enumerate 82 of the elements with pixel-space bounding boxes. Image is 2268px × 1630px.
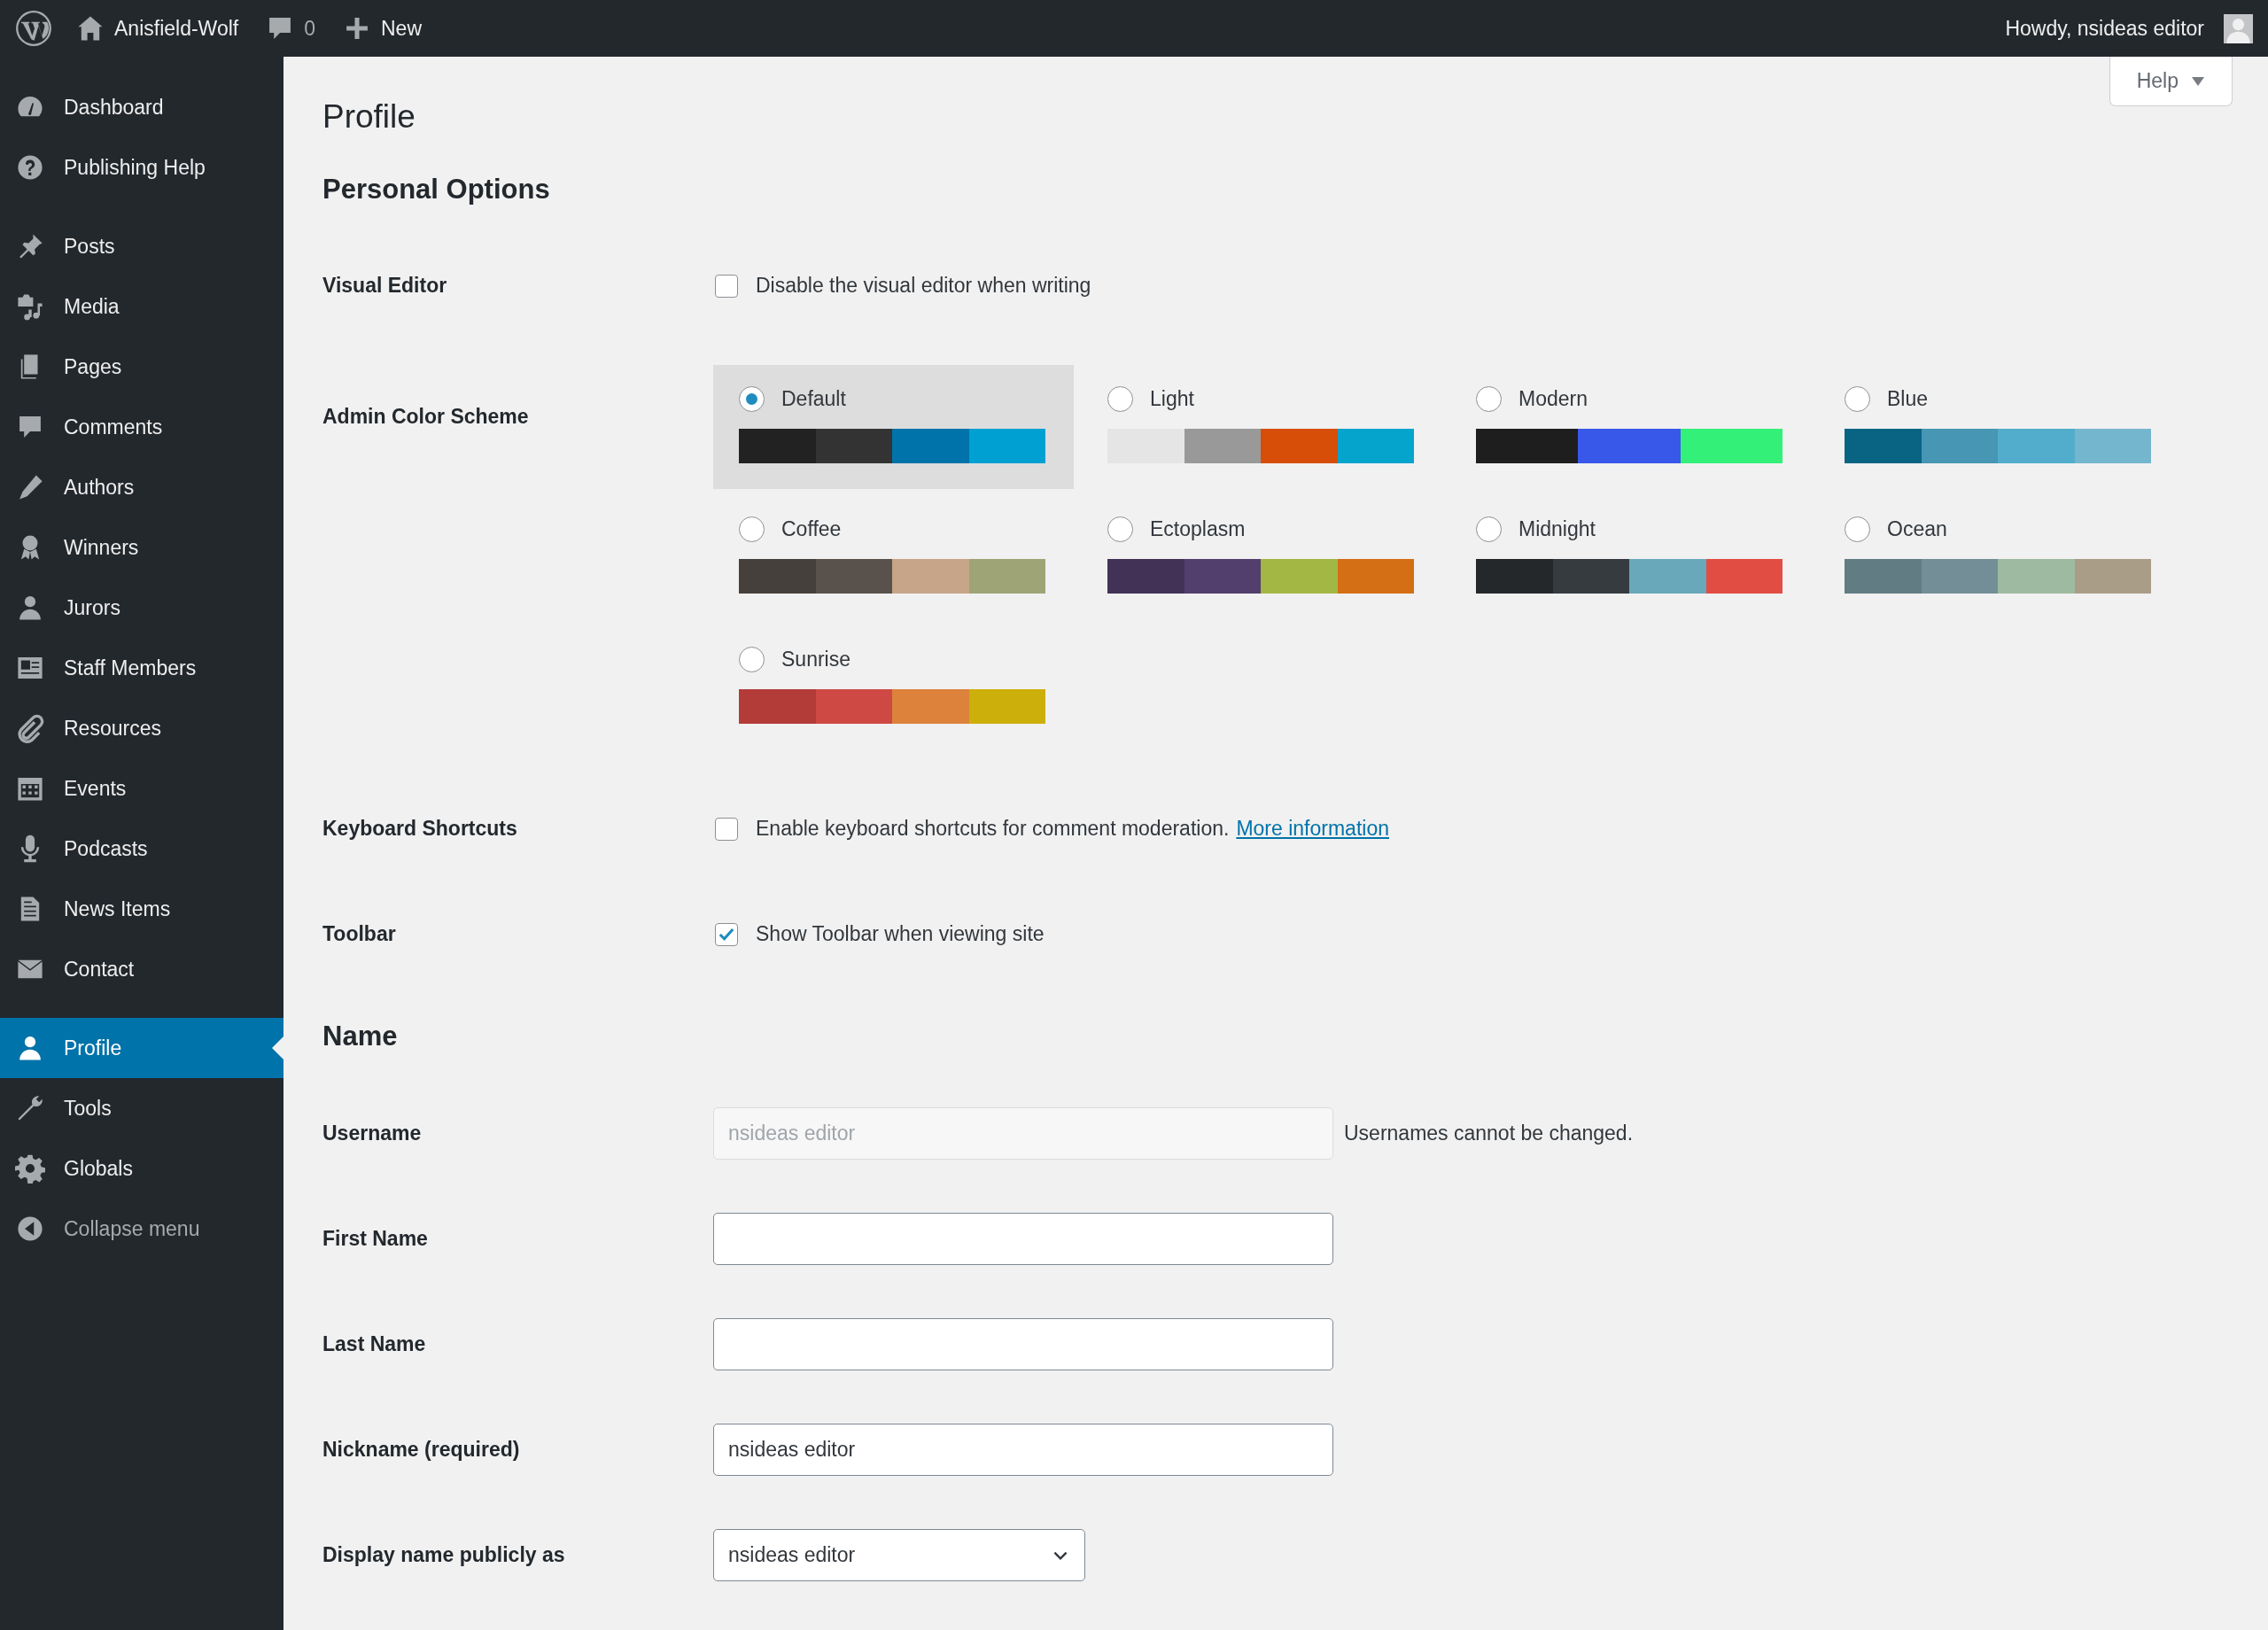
color-scheme-option[interactable]: Default bbox=[713, 365, 1074, 489]
sidebar-item[interactable]: Events bbox=[0, 758, 284, 819]
more-information-link[interactable]: More information bbox=[1236, 817, 1389, 841]
radio-button[interactable] bbox=[739, 646, 765, 672]
radio-button[interactable] bbox=[1476, 385, 1502, 412]
color-scheme-option[interactable]: Coffee bbox=[713, 495, 1074, 619]
field-label: Keyboard Shortcuts bbox=[322, 816, 518, 842]
color-scheme-option[interactable]: Ocean bbox=[1819, 495, 2179, 619]
field-label: Nickname (required) bbox=[322, 1437, 521, 1463]
text-field[interactable]: nsideas editor bbox=[713, 1424, 1333, 1476]
sidebar-item[interactable]: Authors bbox=[0, 457, 284, 517]
wordpress-logo-icon bbox=[15, 10, 52, 47]
field-note: Usernames cannot be changed. bbox=[1344, 1121, 1634, 1146]
sidebar-item[interactable]: Publishing Help bbox=[0, 137, 284, 198]
sidebar-item[interactable]: Media bbox=[0, 276, 284, 337]
color-scheme-option[interactable]: Blue bbox=[1819, 365, 2179, 489]
color-scheme-option[interactable]: Light bbox=[1082, 365, 1442, 489]
option-label: Disable the visual editor when writing bbox=[756, 274, 1091, 298]
field-label: Username bbox=[322, 1121, 423, 1146]
sidebar-item[interactable]: Staff Members bbox=[0, 638, 284, 698]
current-page-pointer-icon bbox=[272, 1036, 284, 1060]
help-tab[interactable]: Help bbox=[2109, 57, 2233, 106]
text-field[interactable] bbox=[713, 1213, 1333, 1265]
scheme-name: Ocean bbox=[1887, 516, 1947, 541]
sidebar-item[interactable]: Dashboard bbox=[0, 77, 284, 137]
field-label: Display name publicly as bbox=[322, 1542, 566, 1568]
checkbox[interactable] bbox=[715, 817, 738, 841]
scheme-name: Ectoplasm bbox=[1150, 516, 1246, 541]
camera-music-icon bbox=[15, 291, 45, 322]
color-scheme-option[interactable]: Modern bbox=[1450, 365, 1811, 489]
collapse-menu-button[interactable]: Collapse menu bbox=[0, 1199, 284, 1259]
checkbox[interactable] bbox=[715, 922, 738, 946]
new-content-link[interactable]: New bbox=[342, 13, 422, 43]
scheme-name: Coffee bbox=[781, 516, 842, 541]
sidebar-item[interactable]: Profile bbox=[0, 1018, 284, 1078]
account-menu[interactable]: Howdy, nsideas editor bbox=[2005, 13, 2253, 43]
scheme-name: Midnight bbox=[1518, 516, 1596, 541]
sidebar-item[interactable]: News Items bbox=[0, 879, 284, 939]
sidebar-item[interactable]: Resources bbox=[0, 698, 284, 758]
sidebar-item[interactable]: Jurors bbox=[0, 578, 284, 638]
option-label: Enable keyboard shortcuts for comment moderation. bbox=[756, 817, 1230, 841]
paperclip-icon bbox=[15, 713, 45, 743]
checkbox[interactable] bbox=[715, 274, 738, 298]
section-heading: Personal Options bbox=[322, 173, 551, 206]
scheme-name: Sunrise bbox=[781, 647, 850, 671]
gear-icon bbox=[15, 1153, 45, 1184]
text-field[interactable] bbox=[713, 1318, 1333, 1370]
color-scheme-option[interactable]: Midnight bbox=[1450, 495, 1811, 619]
caret-icon bbox=[2191, 75, 2205, 87]
page-title: Profile bbox=[322, 98, 416, 136]
field-label: Visual Editor bbox=[322, 273, 448, 299]
section-heading: Name bbox=[322, 1020, 399, 1053]
sidebar-item[interactable]: Comments bbox=[0, 397, 284, 457]
help-icon bbox=[15, 152, 45, 182]
scheme-name: Blue bbox=[1887, 386, 1929, 411]
color-scheme-option[interactable]: Sunrise bbox=[713, 625, 1074, 749]
field-label: Toolbar bbox=[322, 921, 397, 947]
radio-button[interactable] bbox=[1476, 516, 1502, 542]
radio-button[interactable] bbox=[739, 385, 765, 412]
display-name-dropdown[interactable]: nsideas editor bbox=[713, 1529, 1085, 1581]
scheme-name: Light bbox=[1150, 386, 1194, 411]
radio-button[interactable] bbox=[1107, 516, 1133, 542]
sidebar-item[interactable]: Contact bbox=[0, 939, 284, 999]
radio-button[interactable] bbox=[739, 516, 765, 542]
comments-link[interactable]: 0 bbox=[265, 13, 315, 43]
radio-button[interactable] bbox=[1845, 385, 1870, 412]
sidebar-item[interactable]: Globals bbox=[0, 1138, 284, 1199]
radio-button[interactable] bbox=[1107, 385, 1133, 412]
sidebar-item[interactable]: Posts bbox=[0, 216, 284, 276]
field-label: Admin Color Scheme bbox=[322, 404, 530, 429]
sidebar-item[interactable]: Pages bbox=[0, 337, 284, 397]
field-label: First Name bbox=[322, 1226, 429, 1252]
scheme-name: Default bbox=[781, 386, 846, 411]
scheme-name: Modern bbox=[1518, 386, 1588, 411]
radio-button[interactable] bbox=[1845, 516, 1870, 542]
sidebar-item[interactable]: Winners bbox=[0, 517, 284, 578]
color-scheme-option[interactable]: Ectoplasm bbox=[1082, 495, 1442, 619]
field-label: Last Name bbox=[322, 1331, 427, 1357]
sidebar-item[interactable]: Podcasts bbox=[0, 819, 284, 879]
site-name-link[interactable]: Anisfield-Wolf bbox=[75, 13, 239, 43]
sidebar-item[interactable]: Tools bbox=[0, 1078, 284, 1138]
option-label: Show Toolbar when viewing site bbox=[756, 922, 1045, 946]
